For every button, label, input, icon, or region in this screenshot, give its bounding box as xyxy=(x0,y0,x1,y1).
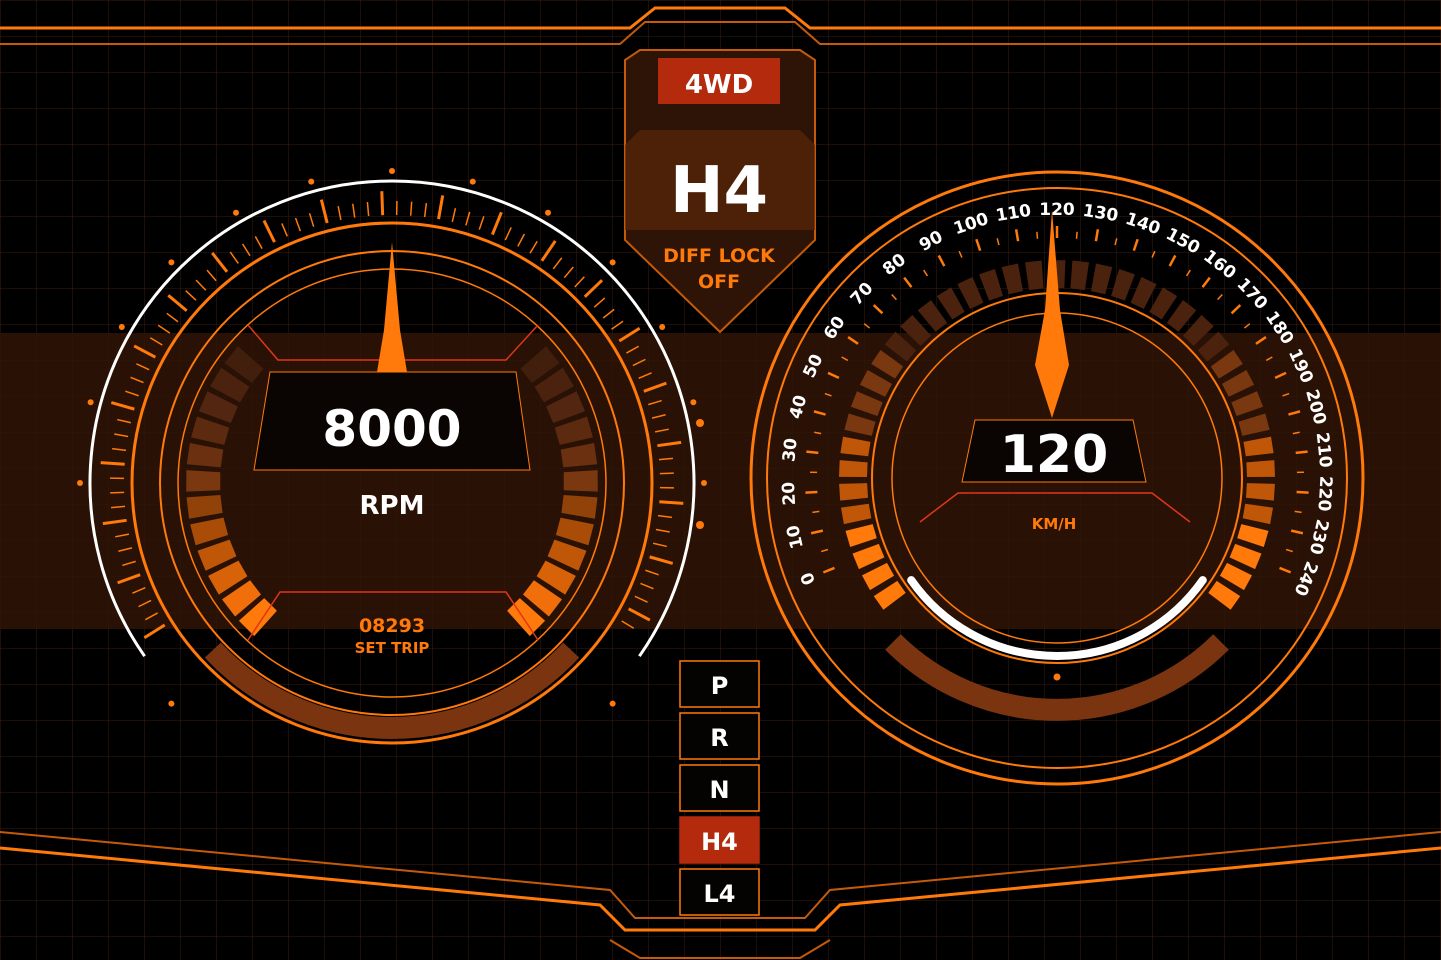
gear-option-p[interactable]: P xyxy=(679,660,760,708)
tach-dot xyxy=(609,700,616,707)
gear-option-l4[interactable]: L4 xyxy=(679,868,760,916)
tach-dot xyxy=(233,209,239,216)
tach-dot xyxy=(659,324,666,330)
tach-segment xyxy=(186,470,221,492)
speedo-tick xyxy=(812,510,820,514)
tach-segment xyxy=(563,470,598,492)
gear-option-label: R xyxy=(710,724,728,752)
speedo-scale-label: 20 xyxy=(779,481,800,506)
tach-dot xyxy=(118,324,125,330)
gear-option-h4[interactable]: H4 xyxy=(679,816,760,864)
gear-option-n[interactable]: N xyxy=(679,764,760,812)
gear-option-label: L4 xyxy=(704,880,736,908)
tach-tick xyxy=(380,191,385,216)
gear-range-display: H4 xyxy=(670,154,768,228)
tach-dot xyxy=(168,259,175,266)
tach-dot xyxy=(690,399,697,406)
speedo-value: 120 xyxy=(1000,425,1109,485)
gear-option-label: H4 xyxy=(701,828,738,856)
gear-selector: PRN H4 L4 xyxy=(679,660,760,916)
tach-dot xyxy=(389,168,395,174)
gear-option-label: N xyxy=(709,776,729,804)
trip-label[interactable]: SET TRIP xyxy=(355,639,430,657)
speedo-scale-label: 120 xyxy=(1039,200,1075,220)
speedo-scale-label: 30 xyxy=(779,437,801,463)
tach-dot xyxy=(77,480,83,486)
speedo-segment xyxy=(839,460,868,477)
tach-unit: RPM xyxy=(360,491,425,521)
tach-tick xyxy=(100,461,125,466)
diff-lock-label: DIFF LOCK xyxy=(663,245,776,267)
speedo-segment xyxy=(839,483,868,501)
gear-option-label: P xyxy=(711,672,729,700)
tach-dot xyxy=(469,178,476,185)
tach-value: 8000 xyxy=(322,400,461,458)
drive-mode-label: 4WD xyxy=(685,70,753,100)
speedo-scale-label: 210 xyxy=(1312,431,1336,469)
tach-dot xyxy=(87,399,94,406)
speedo-tick xyxy=(1295,450,1308,455)
speedo-segment xyxy=(1246,460,1275,477)
tach-tick xyxy=(659,500,684,505)
tach-dot xyxy=(308,178,315,185)
diff-lock-state[interactable]: OFF xyxy=(698,271,740,293)
trip-value: 08293 xyxy=(359,615,425,637)
dashboard: 4WD H4 DIFF LOCK OFF 8000 RPM 08293 SET … xyxy=(0,0,1441,960)
tach-dot xyxy=(168,700,175,707)
speedo-tick xyxy=(1296,490,1309,494)
tach-dot xyxy=(545,209,551,216)
tach-tick xyxy=(409,201,413,216)
speedo-scale-label: 220 xyxy=(1313,475,1335,512)
speedo-tick xyxy=(1036,231,1039,239)
speedo-unit: KM/H xyxy=(1032,515,1077,533)
speedo-tick xyxy=(806,450,819,455)
speedo-tick xyxy=(1294,510,1302,514)
speedo-segment xyxy=(1246,483,1275,501)
tach-dot xyxy=(609,259,616,266)
tach-dot xyxy=(701,480,707,486)
speedo-tick xyxy=(1075,231,1078,239)
speedo-tick xyxy=(805,490,818,494)
gear-option-r[interactable]: R xyxy=(679,712,760,760)
